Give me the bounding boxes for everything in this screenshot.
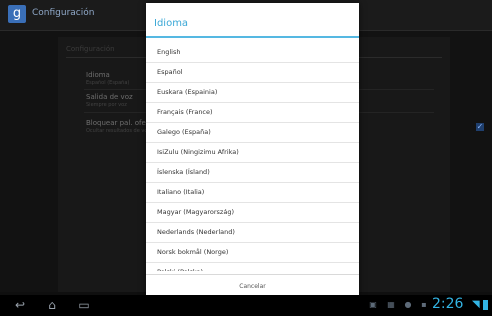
- battery-icon: [483, 300, 488, 310]
- dialog-title-divider: [146, 36, 359, 38]
- bag-icon: ▪: [421, 300, 427, 309]
- language-item[interactable]: Nederlands (Nederland): [146, 223, 359, 243]
- language-item[interactable]: IsiZulu (Ningizimu Afrika): [146, 143, 359, 163]
- language-item[interactable]: Polski (Polska): [146, 263, 359, 271]
- home-icon[interactable]: ⌂: [42, 297, 62, 313]
- google-search-icon[interactable]: g: [8, 5, 26, 23]
- language-item[interactable]: Español: [146, 63, 359, 83]
- recent-apps-icon[interactable]: ▭: [74, 297, 94, 313]
- language-item[interactable]: Galego (España): [146, 123, 359, 143]
- language-item[interactable]: Norsk bokmål (Norge): [146, 243, 359, 263]
- app-title: Configuración: [32, 8, 95, 18]
- dialog-title: Idioma: [154, 18, 189, 29]
- back-icon[interactable]: ↩: [10, 297, 30, 313]
- language-list[interactable]: English Español Euskara (Espainia) Franç…: [146, 43, 359, 271]
- screenshot-icon: ▣: [369, 300, 377, 309]
- language-item[interactable]: Italiano (Italia): [146, 183, 359, 203]
- language-item[interactable]: Euskara (Espainia): [146, 83, 359, 103]
- language-item[interactable]: Íslenska (Ísland): [146, 163, 359, 183]
- section-header: Configuración: [66, 45, 115, 53]
- wifi-icon: ◥: [472, 299, 480, 310]
- status-time[interactable]: 2:26: [432, 296, 463, 312]
- checkbox-checked-icon[interactable]: ✓: [476, 123, 484, 131]
- calendar-icon: ▦: [387, 300, 395, 309]
- chat-icon: ●: [404, 300, 412, 309]
- language-item[interactable]: Magyar (Magyarország): [146, 203, 359, 223]
- language-dialog: Idioma English Español Euskara (Espainia…: [146, 3, 359, 298]
- system-navbar: ↩ ⌂ ▭ ▣ ▦ ● ▪ 2:26 ◥: [0, 295, 492, 316]
- language-item[interactable]: English: [146, 43, 359, 63]
- language-item[interactable]: Français (France): [146, 103, 359, 123]
